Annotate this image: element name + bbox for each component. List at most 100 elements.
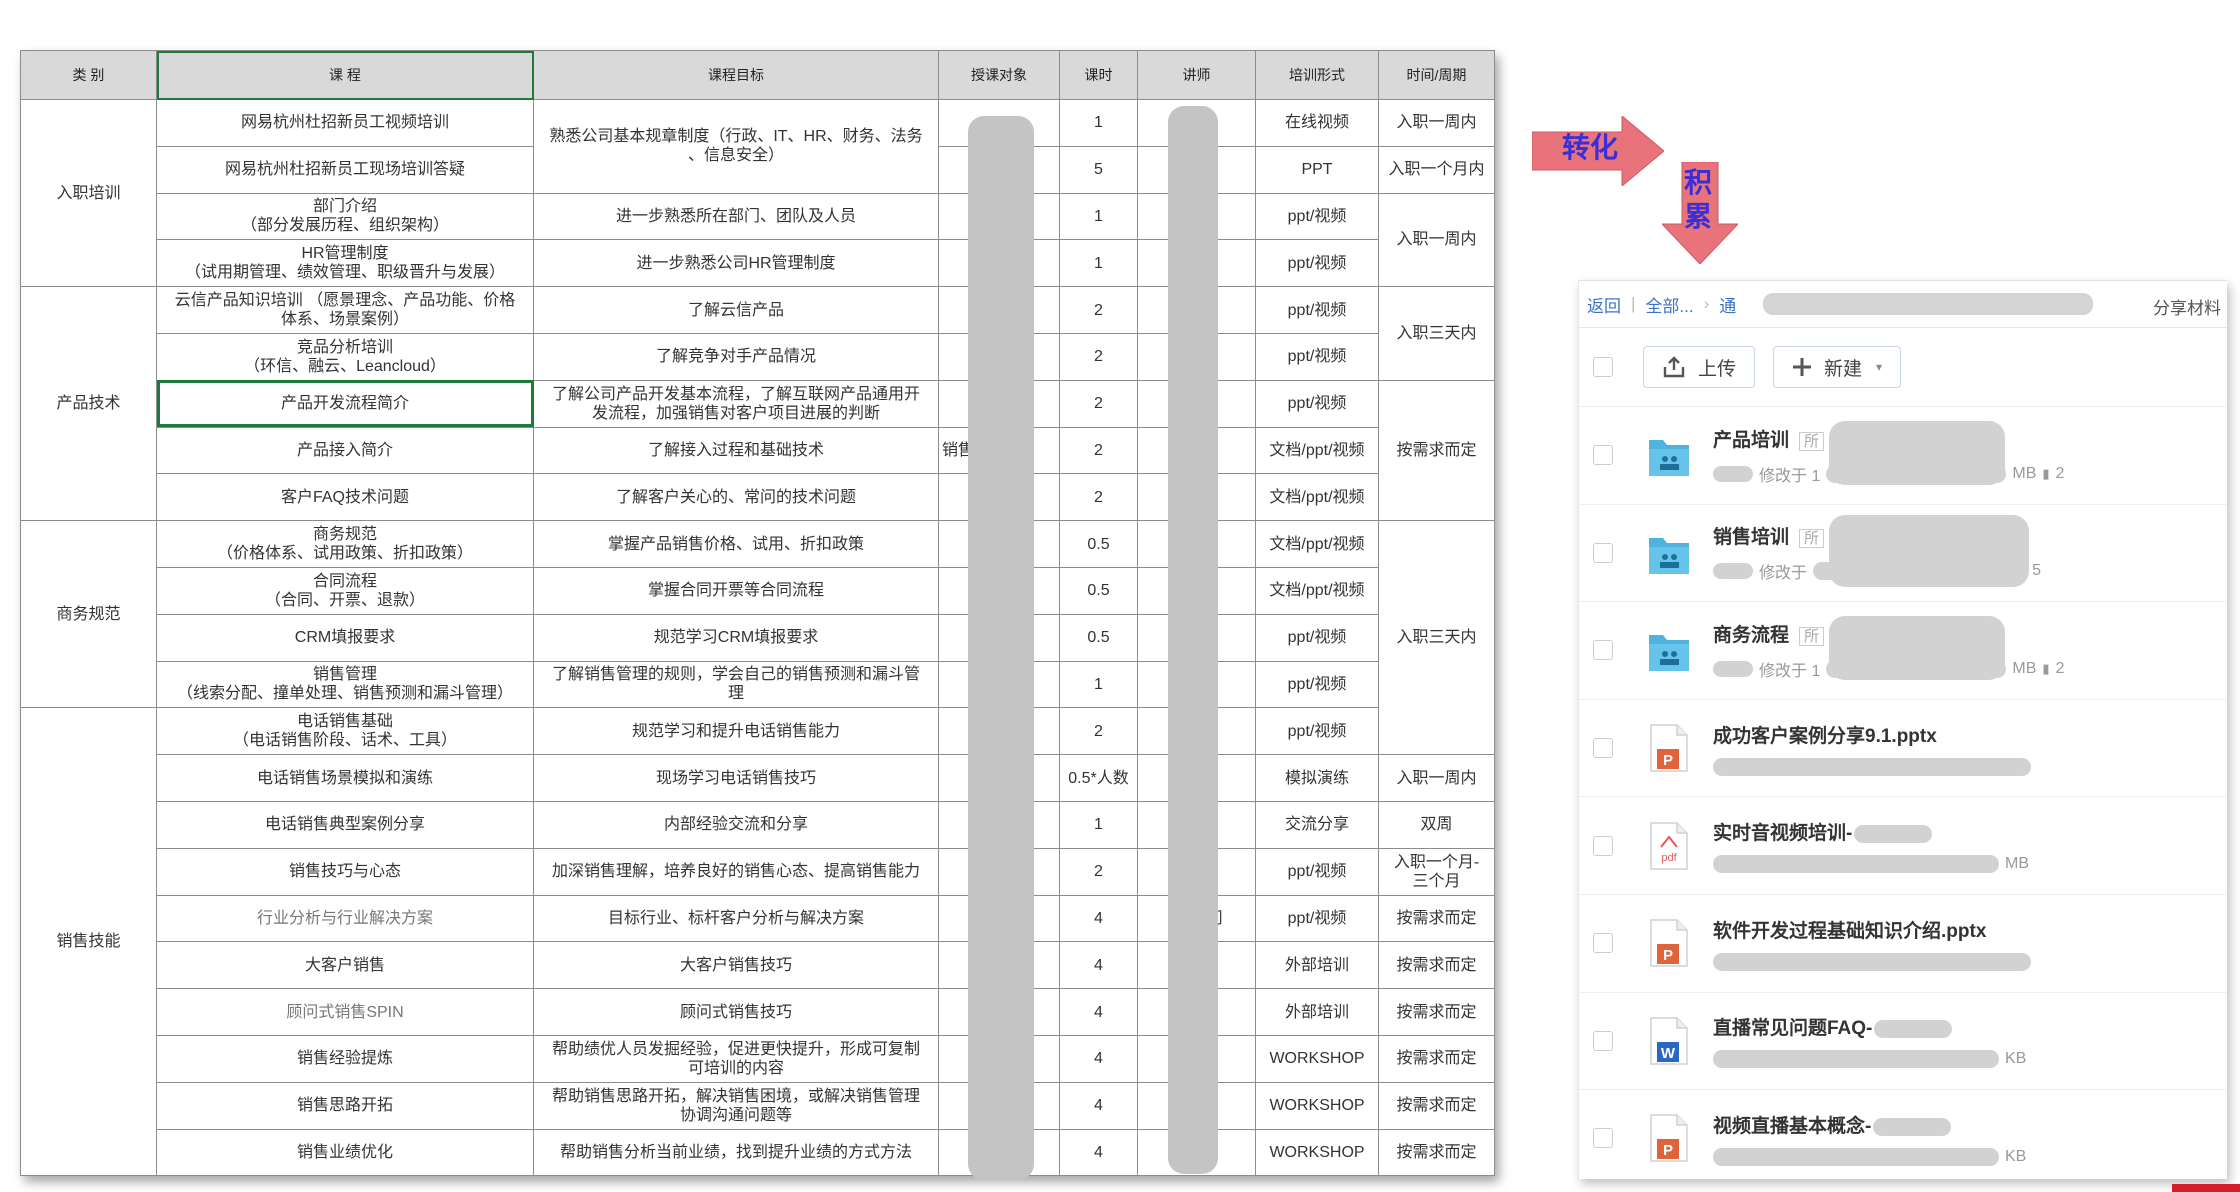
period-cell[interactable]: 按需求而定 [1378, 1128, 1495, 1177]
hours-cell[interactable]: 1 [1059, 800, 1138, 849]
goal-cell[interactable]: 帮助销售思路开拓，解决销售困境，或解决销售管理 协调沟通问题等 [533, 1081, 939, 1130]
goal-cell[interactable]: 规范学习CRM填报要求 [533, 613, 939, 662]
file-checkbox[interactable] [1593, 1128, 1613, 1149]
hours-cell[interactable]: 1 [1059, 239, 1138, 288]
period-cell[interactable]: 按需求而定 [1378, 894, 1495, 943]
goal-cell[interactable]: 进一步熟悉公司HR管理制度 [533, 239, 939, 288]
period-cell[interactable]: 入职一周内 [1378, 99, 1495, 147]
format-cell[interactable]: 外部培训 [1255, 988, 1379, 1036]
goal-cell[interactable]: 加深销售理解，培养良好的销售心态、提高销售能力 [533, 847, 939, 896]
back-link[interactable]: 返回 [1587, 292, 1621, 317]
course-cell[interactable]: 产品开发流程简介 [156, 379, 534, 428]
breadcrumb-all-link[interactable]: 全部... [1645, 292, 1693, 317]
goal-cell[interactable]: 规范学习和提升电话销售能力 [533, 707, 939, 756]
goal-cell[interactable]: 了解客户关心的、常问的技术问题 [533, 473, 939, 522]
header-goal[interactable]: 课程目标 [533, 50, 939, 100]
file-row[interactable]: 产品培训所修改于 1 MB ▮ 2 [1579, 407, 2227, 505]
goal-cell[interactable]: 顾问式销售技巧 [533, 988, 939, 1036]
format-cell[interactable]: ppt/视频 [1255, 286, 1379, 334]
header-course[interactable]: 课 程 [156, 50, 534, 100]
upload-button[interactable]: 上传 [1643, 346, 1756, 388]
hours-cell[interactable]: 4 [1059, 1081, 1138, 1130]
hours-cell[interactable]: 2 [1059, 847, 1138, 896]
period-cell[interactable]: 入职一个月- 三个月 [1378, 847, 1495, 896]
file-name[interactable]: 直播常见问题FAQ- [1713, 1013, 2227, 1040]
goal-cell[interactable]: 内部经验交流和分享 [533, 800, 939, 849]
hours-cell[interactable]: 4 [1059, 941, 1138, 990]
hours-cell[interactable]: 2 [1059, 473, 1138, 522]
header-hours[interactable]: 课时 [1059, 50, 1138, 100]
format-cell[interactable]: ppt/视频 [1255, 707, 1379, 756]
format-cell[interactable]: ppt/视频 [1255, 379, 1379, 428]
goal-cell[interactable]: 了解竞争对手产品情况 [533, 332, 939, 381]
goal-cell[interactable]: 熟悉公司基本规章制度（行政、IT、HR、财务、法务 、信息安全） [533, 99, 939, 194]
format-cell[interactable]: WORKSHOP [1255, 1081, 1379, 1130]
file-name[interactable]: 成功客户案例分享9.1.pptx [1713, 721, 2227, 748]
format-cell[interactable]: ppt/视频 [1255, 847, 1379, 896]
hours-cell[interactable]: 2 [1059, 286, 1138, 334]
course-cell[interactable]: 产品接入简介 [156, 426, 534, 475]
goal-cell[interactable]: 大客户销售技巧 [533, 941, 939, 990]
category-cell[interactable]: 销售技能 [20, 707, 157, 1177]
format-cell[interactable]: PPT [1255, 145, 1379, 194]
format-cell[interactable]: ppt/视频 [1255, 660, 1379, 709]
course-cell[interactable]: 商务规范 （价格体系、试用政策、折扣政策） [156, 520, 534, 568]
hours-cell[interactable]: 0.5 [1059, 613, 1138, 662]
format-cell[interactable]: 在线视频 [1255, 99, 1379, 147]
hours-cell[interactable]: 0.5 [1059, 520, 1138, 568]
select-all-checkbox[interactable] [1593, 357, 1613, 377]
goal-cell[interactable]: 目标行业、标杆客户分析与解决方案 [533, 894, 939, 943]
hours-cell[interactable]: 0.5 [1059, 566, 1138, 615]
header-target[interactable]: 授课对象 [938, 50, 1060, 100]
hours-cell[interactable]: 2 [1059, 332, 1138, 381]
course-cell[interactable]: 网易杭州杜招新员工视频培训 [156, 99, 534, 147]
period-cell[interactable]: 按需求而定 [1378, 379, 1495, 522]
hours-cell[interactable]: 1 [1059, 660, 1138, 709]
category-cell[interactable]: 商务规范 [20, 520, 157, 709]
goal-cell[interactable]: 帮助销售分析当前业绩，找到提升业绩的方式方法 [533, 1128, 939, 1177]
hours-cell[interactable]: 2 [1059, 379, 1138, 428]
format-cell[interactable]: ppt/视频 [1255, 332, 1379, 381]
file-row[interactable]: 商务流程所修改于 1 MB ▮ 2 [1579, 602, 2227, 700]
period-cell[interactable]: 入职三天内 [1378, 520, 1495, 756]
header-category[interactable]: 类 别 [20, 50, 157, 100]
course-cell[interactable]: 顾问式销售SPIN [156, 988, 534, 1036]
hours-cell[interactable]: 4 [1059, 1034, 1138, 1083]
hours-cell[interactable]: 1 [1059, 192, 1138, 241]
hours-cell[interactable]: 2 [1059, 426, 1138, 475]
period-cell[interactable]: 入职一周内 [1378, 754, 1495, 802]
format-cell[interactable]: 文档/ppt/视频 [1255, 520, 1379, 568]
format-cell[interactable]: WORKSHOP [1255, 1128, 1379, 1177]
goal-cell[interactable]: 了解接入过程和基础技术 [533, 426, 939, 475]
course-cell[interactable]: 合同流程 （合同、开票、退款） [156, 566, 534, 615]
file-name[interactable]: 视频直播基本概念- [1713, 1111, 2227, 1138]
format-cell[interactable]: ppt/视频 [1255, 894, 1379, 943]
format-cell[interactable]: ppt/视频 [1255, 192, 1379, 241]
hours-cell[interactable]: 4 [1059, 988, 1138, 1036]
goal-cell[interactable]: 现场学习电话销售技巧 [533, 754, 939, 802]
format-cell[interactable]: 模拟演练 [1255, 754, 1379, 802]
file-row[interactable]: pdf 实时音视频培训- MB [1579, 797, 2227, 895]
header-format[interactable]: 培训形式 [1255, 50, 1379, 100]
goal-cell[interactable]: 进一步熟悉所在部门、团队及人员 [533, 192, 939, 241]
period-cell[interactable]: 按需求而定 [1378, 1081, 1495, 1130]
course-cell[interactable]: 云信产品知识培训 （愿景理念、产品功能、价格 体系、场景案例） [156, 286, 534, 334]
course-cell[interactable]: 大客户销售 [156, 941, 534, 990]
file-checkbox[interactable] [1593, 1030, 1613, 1051]
format-cell[interactable]: 文档/ppt/视频 [1255, 566, 1379, 615]
period-cell[interactable]: 入职一周内 [1378, 192, 1495, 288]
course-cell[interactable]: 行业分析与行业解决方案 [156, 894, 534, 943]
course-cell[interactable]: 电话销售场景模拟和演练 [156, 754, 534, 802]
header-period[interactable]: 时间/周期 [1378, 50, 1495, 100]
goal-cell[interactable]: 掌握产品销售价格、试用、折扣政策 [533, 520, 939, 568]
file-row[interactable]: 销售培训所修改于▮5 [1579, 505, 2227, 603]
format-cell[interactable]: 文档/ppt/视频 [1255, 473, 1379, 522]
goal-cell[interactable]: 了解公司产品开发基本流程，了解互联网产品通用开 发流程，加强销售对客户项目进展的… [533, 379, 939, 428]
period-cell[interactable]: 入职一个月内 [1378, 145, 1495, 194]
file-checkbox[interactable] [1593, 738, 1613, 759]
format-cell[interactable]: ppt/视频 [1255, 613, 1379, 662]
file-checkbox[interactable] [1593, 542, 1613, 563]
file-checkbox[interactable] [1593, 933, 1613, 954]
goal-cell[interactable]: 帮助绩优人员发掘经验，促进更快提升，形成可复制 可培训的内容 [533, 1034, 939, 1083]
format-cell[interactable]: 外部培训 [1255, 941, 1379, 990]
